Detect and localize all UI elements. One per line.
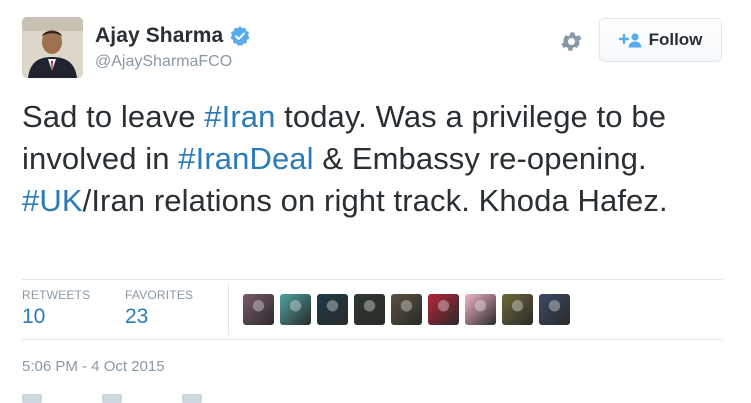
favoriter-avatar[interactable] [354, 294, 385, 325]
stats-separator [228, 284, 229, 335]
favoriter-avatar[interactable] [280, 294, 311, 325]
divider-bottom [22, 339, 723, 340]
user-handle[interactable]: @AjaySharmaFCO [95, 53, 232, 71]
user-fullname[interactable]: Ajay Sharma [95, 24, 223, 48]
follow-label: Follow [648, 30, 703, 49]
avatar[interactable] [22, 17, 83, 78]
retweets-label: RETWEETS [22, 288, 91, 302]
gear-icon[interactable] [559, 29, 584, 54]
add-user-icon [618, 33, 642, 48]
tweet-actions [22, 394, 202, 403]
retweets-count: 10 [22, 305, 46, 328]
favorites-count: 23 [125, 305, 149, 328]
tweet-timestamp[interactable]: 5:06 PM - 4 Oct 2015 [22, 358, 165, 375]
reply-icon[interactable] [22, 394, 42, 403]
favorites-label: FAVORITES [125, 288, 194, 302]
tweet-text-segment: Sad to leave [22, 99, 205, 134]
divider-top [22, 279, 723, 280]
favoriter-avatar[interactable] [502, 294, 533, 325]
retweet-icon[interactable] [102, 394, 122, 403]
favoriter-avatar[interactable] [539, 294, 570, 325]
user-name-row: Ajay Sharma [95, 24, 251, 48]
favoriter-avatar[interactable] [465, 294, 496, 325]
retweets-stat[interactable]: RETWEETS 10 [22, 288, 90, 329]
avatar-portrait [22, 17, 83, 78]
tweet-text-segment: /Iran relations on right track. Khoda Ha… [82, 183, 668, 218]
favoriter-avatar[interactable] [243, 294, 274, 325]
tweet-text-segment: & Embassy re-opening. [313, 141, 647, 176]
hashtag-link[interactable]: #IranDeal [178, 141, 313, 176]
favorite-icon[interactable] [182, 394, 202, 403]
follow-button[interactable]: Follow [599, 18, 722, 62]
favorites-stat[interactable]: FAVORITES 23 [125, 288, 193, 329]
verified-badge-icon [230, 26, 250, 47]
favoriter-avatar[interactable] [317, 294, 348, 325]
favoriter-avatars [243, 294, 576, 325]
favoriter-avatar[interactable] [428, 294, 459, 325]
favoriter-avatar[interactable] [391, 294, 422, 325]
hashtag-link[interactable]: #UK [22, 183, 83, 218]
tweet-card: Ajay Sharma @AjaySharmaFCO Follow Sad to… [0, 0, 751, 403]
hashtag-link[interactable]: #Iran [204, 99, 275, 134]
tweet-text: Sad to leave #Iran today. Was a privileg… [22, 96, 732, 222]
